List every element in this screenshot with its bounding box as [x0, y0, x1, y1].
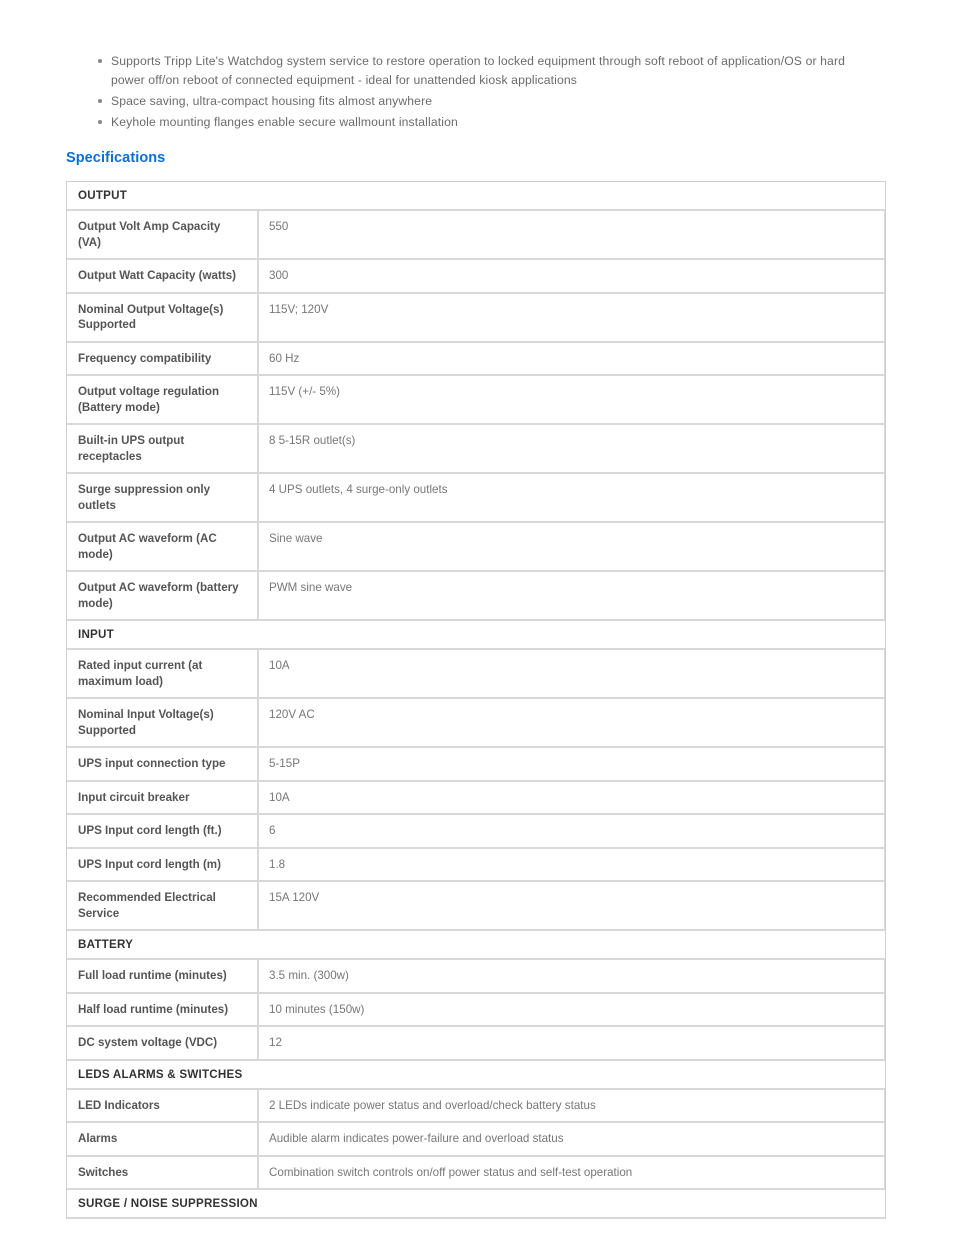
spec-row-value: 8 5-15R outlet(s) [259, 425, 885, 472]
spec-row: DC system voltage (VDC) 12 [67, 1027, 885, 1061]
spec-row-label: Built-in UPS output receptacles [67, 425, 259, 472]
spec-row-label: Output Watt Capacity (watts) [67, 260, 259, 292]
spec-row-value: PWM sine wave [259, 572, 885, 619]
spec-row-label: Half load runtime (minutes) [67, 993, 259, 1025]
specifications-table: OUTPUT Output Volt Amp Capacity (VA) 550 Ou… [66, 181, 886, 1219]
spec-row-label: Recommended Electrical Service [67, 882, 259, 929]
spec-row-value: 6 [259, 815, 885, 847]
spec-row-value: 300 [259, 260, 885, 292]
spec-row-value: 10A [259, 781, 885, 813]
spec-row-label: DC system voltage (VDC) [67, 1027, 259, 1059]
feature-list-item: Supports Tripp Lite's Watchdog system se… [96, 52, 866, 90]
spec-row: Full load runtime (minutes) 3.5 min. (300… [67, 960, 885, 994]
spec-row-value: 120V AC [259, 699, 885, 746]
spec-row-label: UPS Input cord length (ft.) [67, 815, 259, 847]
spec-row: UPS input connection type 5-15P [67, 748, 885, 782]
product-spec-page: Supports Tripp Lite's Watchdog system se… [0, 0, 954, 1235]
spec-row-value: 115V; 120V [259, 293, 885, 341]
spec-row-label: Rated input current (at maximum load) [67, 650, 259, 697]
spec-row: Switches Combination switch controls on/o… [67, 1156, 885, 1190]
spec-group-title: SURGE / NOISE SUPPRESSION [78, 1197, 258, 1210]
spec-group-title: OUTPUT [78, 189, 128, 202]
spec-row-value: 2 LEDs indicate power status and overloa… [259, 1089, 885, 1121]
spec-row-value: 15A 120V [259, 882, 885, 929]
spec-row-label: Input circuit breaker [67, 781, 259, 813]
spec-group-header: OUTPUT [67, 182, 885, 211]
spec-row: Recommended Electrical Service 15A 120V [67, 882, 885, 931]
spec-row: Rated input current (at maximum load) 10A [67, 650, 885, 699]
spec-row-label: UPS Input cord length (m) [67, 848, 259, 880]
spec-row-label: Surge suppression only outlets [67, 474, 259, 521]
spec-row: UPS Input cord length (ft.) 6 [67, 815, 885, 849]
spec-row-value: 10A [259, 650, 885, 697]
spec-group-header: BATTERY [67, 931, 885, 960]
spec-row-label: LED Indicators [67, 1089, 259, 1121]
spec-row-label: Alarms [67, 1123, 259, 1155]
spec-row-label: Frequency compatibility [67, 342, 259, 374]
spec-row-label: Output Volt Amp Capacity (VA) [67, 211, 259, 258]
spec-row: Frequency compatibility 60 Hz [67, 342, 885, 376]
spec-row: LED Indicators 2 LEDs indicate power stat… [67, 1089, 885, 1123]
feature-bullet-list: Supports Tripp Lite's Watchdog system se… [96, 52, 866, 134]
spec-row-value: 115V (+/- 5%) [259, 376, 885, 423]
spec-group-title: LEDS ALARMS & SWITCHES [78, 1067, 243, 1081]
spec-row-value: 1.8 [259, 848, 885, 880]
feature-list-item: Keyhole mounting flanges enable secure w… [96, 113, 866, 132]
spec-row-label: Full load runtime (minutes) [67, 960, 259, 992]
spec-group-title: INPUT [78, 628, 114, 641]
spec-row: Nominal Output Voltage(s) Supported 115V;… [67, 293, 885, 343]
spec-row-label: Output AC waveform (battery mode) [67, 572, 259, 619]
spec-row-value: 12 [259, 1027, 885, 1059]
spec-row-label: Switches [67, 1156, 259, 1188]
spec-row-value: Sine wave [259, 523, 885, 570]
spec-group-header: SURGE / NOISE SUPPRESSION [67, 1190, 885, 1219]
spec-row: Built-in UPS output receptacles 8 5-15R o… [67, 425, 885, 474]
spec-group-title: BATTERY [78, 938, 134, 951]
feature-list-item: Space saving, ultra-compact housing fits… [96, 92, 866, 111]
spec-row: Output Volt Amp Capacity (VA) 550 [67, 211, 885, 260]
spec-row-value: Combination switch controls on/off power… [259, 1156, 885, 1188]
spec-row: Output AC waveform (AC mode) Sine wave [67, 523, 885, 572]
spec-row-label: Output voltage regulation (Battery mode) [67, 376, 259, 423]
spec-row: Output AC waveform (battery mode) PWM sin… [67, 572, 885, 621]
spec-row: Half load runtime (minutes) 10 minutes (1… [67, 993, 885, 1027]
spec-row: Output voltage regulation (Battery mode)… [67, 376, 885, 425]
spec-row-value: 60 Hz [259, 342, 885, 374]
spec-row-value: 550 [259, 211, 885, 258]
page-title: Specifications [66, 150, 166, 166]
spec-row-value: 3.5 min. (300w) [259, 960, 885, 992]
spec-row-label: UPS input connection type [67, 748, 259, 780]
spec-row: Output Watt Capacity (watts) 300 [67, 260, 885, 294]
spec-row: Nominal Input Voltage(s) Supported 120V A… [67, 699, 885, 748]
spec-row-value: 5-15P [259, 748, 885, 780]
spec-row-label: Nominal Output Voltage(s) Supported [67, 293, 259, 341]
spec-row-label: Nominal Input Voltage(s) Supported [67, 699, 259, 746]
spec-row-label: Output AC waveform (AC mode) [67, 523, 259, 570]
spec-row-value: Audible alarm indicates power-failure an… [259, 1123, 885, 1155]
spec-row: Input circuit breaker 10A [67, 781, 885, 815]
spec-group-header: INPUT [67, 621, 885, 650]
spec-row: UPS Input cord length (m) 1.8 [67, 848, 885, 882]
spec-row: Alarms Audible alarm indicates power-fail… [67, 1123, 885, 1157]
spec-row: Surge suppression only outlets 4 UPS outl… [67, 474, 885, 523]
spec-row-value: 4 UPS outlets, 4 surge-only outlets [259, 474, 885, 521]
spec-row-value: 10 minutes (150w) [259, 993, 885, 1025]
spec-group-header: LEDS ALARMS & SWITCHES [67, 1060, 885, 1090]
